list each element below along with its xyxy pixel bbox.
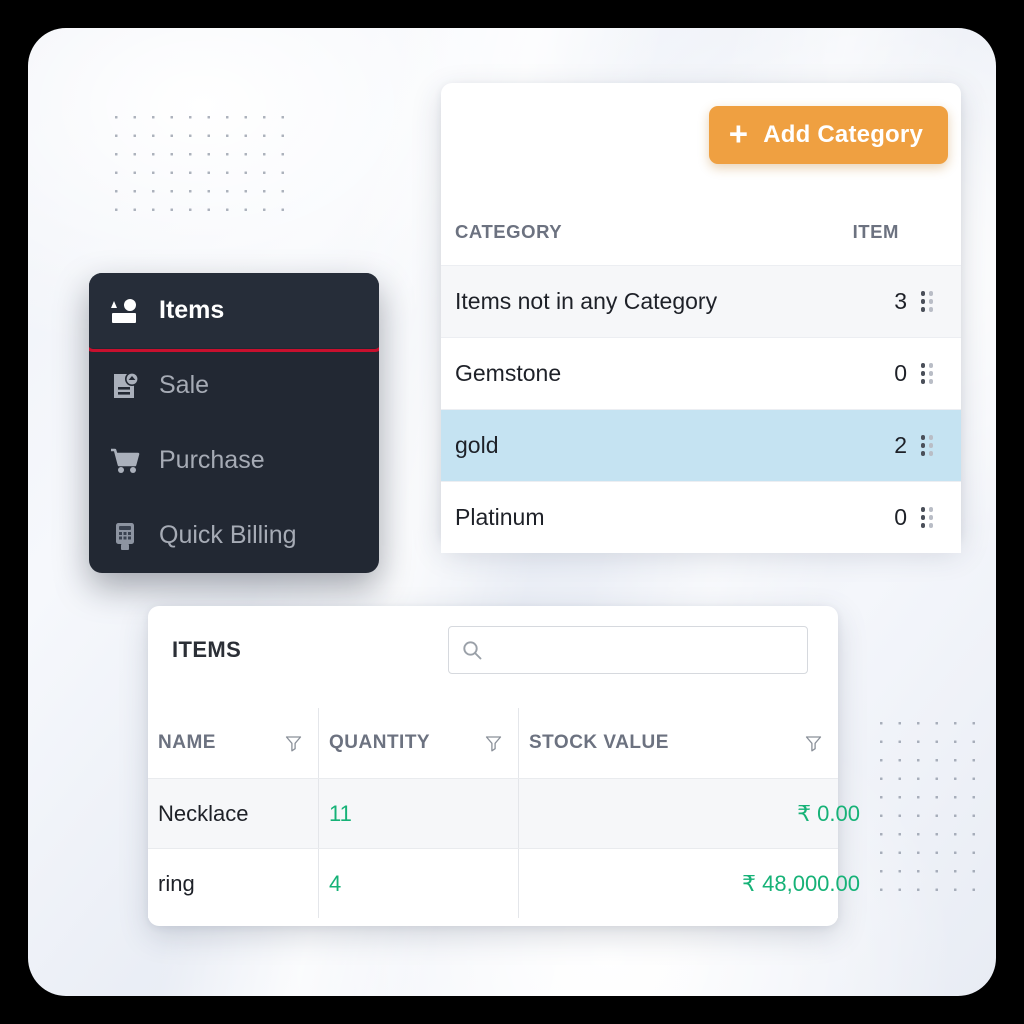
category-count: 3	[894, 288, 907, 314]
filter-icon[interactable]	[485, 735, 502, 752]
page-title: ITEMS	[172, 637, 242, 662]
item-stock-value: ₹ 0.00	[518, 779, 860, 848]
category-name: Items not in any Category	[455, 288, 718, 314]
item-name: ring	[158, 870, 195, 896]
item-quantity: 11	[318, 779, 518, 848]
category-table-header: CATEGORY ITEM	[441, 199, 961, 265]
item-stock-value-text: ₹ 48,000.00	[742, 870, 860, 896]
sidebar-item-label: Sale	[159, 371, 210, 399]
item-name: Necklace	[158, 800, 249, 826]
table-row[interactable]: Gemstone 0	[441, 337, 961, 409]
column-header-stock-value-label: STOCK VALUE	[529, 732, 669, 753]
sale-document-icon	[107, 368, 143, 404]
category-count: 2	[894, 432, 907, 458]
category-name: Platinum	[455, 504, 545, 530]
card-terminal-icon	[107, 518, 143, 554]
sidebar-nav: Items Sale Purchase Quick Billing	[89, 273, 379, 573]
item-stock-value-text: ₹ 0.00	[797, 800, 860, 826]
drag-handle-icon[interactable]	[907, 289, 947, 315]
app-stage: + Add Category CATEGORY ITEM Items not i…	[28, 28, 996, 996]
items-panel: ITEMS NAME QUANTITY STOCK VALUE Necklace…	[148, 606, 860, 926]
inventory-shapes-icon	[107, 293, 143, 329]
items-row-list: Necklace 11 ₹ 0.00 ring 4 ₹ 48,000.00	[148, 778, 860, 926]
search-field[interactable]	[448, 626, 808, 674]
sidebar-item-sale[interactable]: Sale	[89, 348, 379, 423]
category-name: gold	[455, 432, 499, 458]
search-input[interactable]	[491, 639, 807, 661]
drag-handle-icon[interactable]	[907, 361, 947, 387]
category-count: 0	[894, 504, 907, 530]
category-panel: + Add Category CATEGORY ITEM Items not i…	[441, 83, 961, 553]
column-header-quantity: QUANTITY	[318, 708, 518, 778]
column-header-item: ITEM	[852, 221, 899, 242]
filter-icon[interactable]	[285, 735, 302, 752]
column-header-quantity-label: QUANTITY	[329, 732, 431, 753]
add-category-label: Add Category	[763, 121, 923, 148]
table-row[interactable]: Items not in any Category 3	[441, 265, 961, 337]
table-row[interactable]: Platinum 0	[441, 481, 961, 553]
add-category-button[interactable]: + Add Category	[708, 106, 948, 164]
search-icon	[461, 639, 483, 661]
sidebar-item-quick-billing[interactable]: Quick Billing	[89, 498, 379, 573]
items-table-header: NAME QUANTITY STOCK VALUE	[148, 708, 838, 778]
sidebar-item-purchase[interactable]: Purchase	[89, 423, 379, 498]
column-header-category: CATEGORY	[455, 221, 563, 242]
item-stock-value: ₹ 48,000.00	[518, 849, 860, 918]
category-count: 0	[894, 360, 907, 386]
sidebar-item-label: Quick Billing	[159, 521, 297, 549]
table-row[interactable]: Necklace 11 ₹ 0.00	[148, 778, 860, 848]
decorative-dot-grid-top-left	[105, 106, 290, 218]
sidebar-item-label: Items	[159, 296, 225, 324]
table-row[interactable]: ring 4 ₹ 48,000.00	[148, 848, 860, 918]
category-row-list: Items not in any Category 3 Gemstone 0 g…	[441, 265, 961, 553]
table-row[interactable]: gold 2	[441, 409, 961, 481]
drag-handle-icon[interactable]	[907, 433, 947, 459]
filter-icon[interactable]	[805, 735, 822, 752]
sidebar-item-label: Purchase	[159, 446, 265, 474]
category-name: Gemstone	[455, 360, 562, 386]
drag-handle-icon[interactable]	[907, 505, 947, 531]
sidebar-item-items[interactable]: Items	[89, 273, 379, 348]
column-header-name-label: NAME	[158, 732, 216, 753]
decorative-dot-grid-bottom-right	[870, 712, 982, 902]
shopping-cart-icon	[107, 443, 143, 479]
item-quantity: 4	[318, 849, 518, 918]
column-header-name: NAME	[148, 708, 318, 778]
column-header-stock-value: STOCK VALUE	[518, 708, 838, 778]
plus-icon: +	[728, 115, 749, 152]
